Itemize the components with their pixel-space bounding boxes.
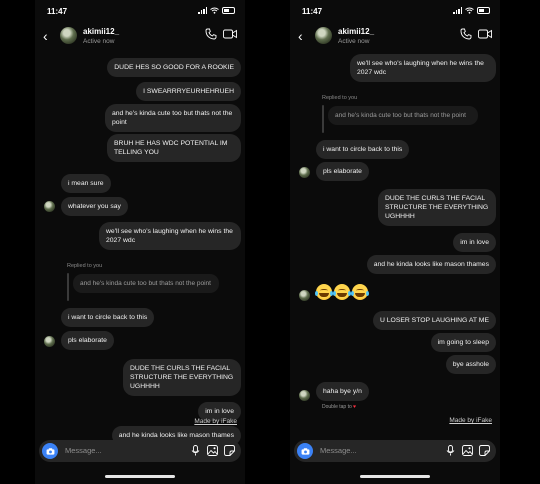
message-bubble-outgoing[interactable]: we'll see who's laughing when he wins th…	[350, 54, 496, 82]
status-time: 11:47	[47, 7, 68, 16]
battery-icon	[477, 7, 490, 14]
sender-avatar	[299, 290, 310, 301]
active-status: Active now	[83, 38, 115, 45]
message-bubble-outgoing[interactable]: DUDE HES SO GOOD FOR A ROOKIE	[107, 58, 241, 77]
battery-icon	[222, 7, 235, 14]
username[interactable]: akimii12_	[338, 27, 374, 36]
sender-avatar	[44, 336, 55, 347]
quote-bar	[67, 273, 69, 301]
phone-icon[interactable]	[205, 28, 217, 40]
camera-icon[interactable]	[297, 443, 313, 459]
avatar[interactable]	[315, 27, 332, 44]
laughing-emoji-icon	[333, 284, 351, 300]
sender-avatar	[44, 201, 55, 212]
status-time: 11:47	[302, 7, 323, 16]
message-composer: Message...	[39, 440, 241, 462]
wifi-icon	[465, 7, 474, 14]
username[interactable]: akimii12_	[83, 27, 119, 36]
sender-avatar	[299, 390, 310, 401]
double-tap-hint: Double tap to ♥	[322, 404, 357, 410]
reply-label: Replied to you	[67, 263, 103, 269]
laughing-emoji-icon	[315, 284, 333, 300]
quoted-message[interactable]: and he's kinda cute too but thats not th…	[328, 106, 478, 125]
phone-screen-1: 11:47 ‹ akimii12_ Active now DUDE HES SO…	[35, 0, 245, 484]
phone-icon[interactable]	[460, 28, 472, 40]
message-thread: we'll see who's laughing when he wins th…	[290, 54, 500, 436]
gallery-icon[interactable]	[207, 445, 218, 456]
video-icon[interactable]	[223, 29, 237, 39]
home-indicator	[105, 475, 175, 478]
message-bubble-incoming[interactable]: whatever you say	[61, 197, 128, 216]
back-chevron-icon[interactable]: ‹	[298, 28, 303, 44]
microphone-icon[interactable]	[445, 445, 456, 456]
reply-label: Replied to you	[322, 95, 358, 101]
message-bubble-outgoing[interactable]: im going to sleep	[430, 333, 496, 352]
sticker-icon[interactable]	[224, 445, 235, 456]
message-bubble-outgoing[interactable]: bye asshole	[445, 355, 496, 374]
watermark: Made by iFake	[449, 417, 492, 424]
wifi-icon	[210, 7, 219, 14]
message-bubble-outgoing[interactable]: DUDE THE CURLS THE FACIAL STRUCTURE THE …	[378, 189, 496, 226]
message-bubble-outgoing[interactable]: we'll see who's laughing when he wins th…	[99, 222, 241, 250]
home-indicator	[360, 475, 430, 478]
message-bubble-outgoing[interactable]: DUDE THE CURLS THE FACIAL STRUCTURE THE …	[123, 359, 241, 396]
message-thread: DUDE HES SO GOOD FOR A ROOKIE I SWEARRRY…	[35, 54, 245, 445]
chat-header: ‹ akimii12_ Active now	[290, 24, 500, 54]
video-icon[interactable]	[478, 29, 492, 39]
gallery-icon[interactable]	[462, 445, 473, 456]
message-bubble-incoming[interactable]: pls elaborate	[61, 331, 114, 350]
quoted-message[interactable]: and he's kinda cute too but thats not th…	[73, 274, 219, 293]
message-bubble-incoming[interactable]: i want to circle back to this	[61, 308, 155, 327]
message-bubble-outgoing[interactable]: and he kinda looks like mason thames	[366, 255, 496, 274]
message-bubble-incoming[interactable]: haha bye y/n	[316, 382, 369, 401]
sticker-icon[interactable]	[479, 445, 490, 456]
microphone-icon[interactable]	[190, 445, 201, 456]
message-bubble-incoming[interactable]: i mean sure	[61, 174, 111, 193]
emoji-reaction-group[interactable]	[315, 284, 369, 300]
message-input[interactable]: Message...	[65, 446, 102, 455]
status-bar: 11:47	[47, 7, 235, 17]
laughing-emoji-icon	[351, 284, 369, 300]
message-bubble-outgoing[interactable]: BRUH HE HAS WDC POTENTIAL IM TELLING YOU	[107, 134, 241, 162]
message-input[interactable]: Message...	[320, 446, 357, 455]
message-bubble-outgoing[interactable]: I SWEARRRYEURHEHRUEH	[136, 82, 241, 101]
avatar[interactable]	[60, 27, 77, 44]
phone-screen-2: 11:47 ‹ akimii12_ Active now we'll see w…	[290, 0, 500, 484]
message-bubble-outgoing[interactable]: im in love	[453, 233, 496, 252]
camera-icon[interactable]	[42, 443, 58, 459]
signal-icon	[453, 7, 462, 14]
heart-icon: ♥	[353, 404, 357, 410]
back-chevron-icon[interactable]: ‹	[43, 28, 48, 44]
message-bubble-incoming[interactable]: i want to circle back to this	[316, 140, 410, 159]
watermark: Made by iFake	[194, 418, 237, 425]
chat-header: ‹ akimii12_ Active now	[35, 24, 245, 54]
signal-icon	[198, 7, 207, 14]
sender-avatar	[299, 167, 310, 178]
message-bubble-outgoing[interactable]: U LOSER STOP LAUGHING AT ME	[372, 311, 496, 330]
status-bar: 11:47	[302, 7, 490, 17]
quote-bar	[322, 105, 324, 133]
message-bubble-outgoing[interactable]: and he's kinda cute too but thats not th…	[105, 104, 241, 132]
message-bubble-incoming[interactable]: pls elaborate	[316, 162, 369, 181]
message-composer: Message...	[294, 440, 496, 462]
active-status: Active now	[338, 38, 370, 45]
